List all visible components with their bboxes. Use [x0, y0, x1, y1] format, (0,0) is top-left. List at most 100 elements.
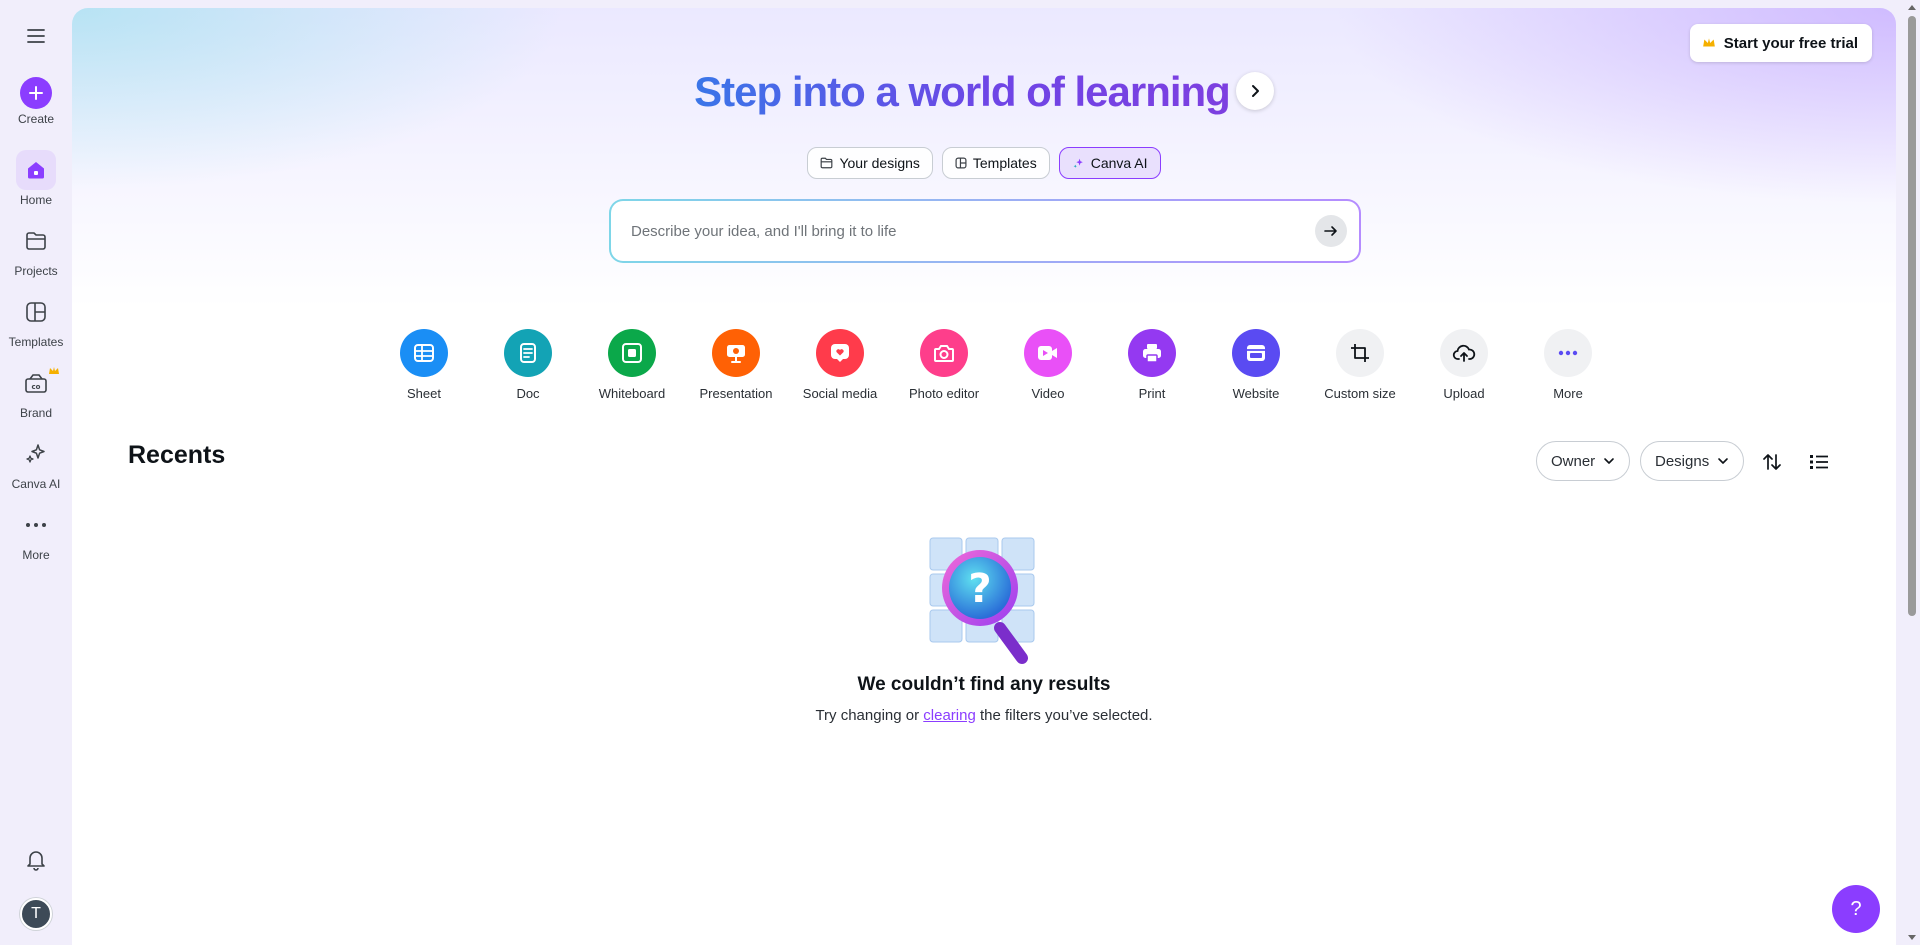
sidebar-item-label: Home [19, 193, 52, 207]
sidebar-item-projects[interactable]: Projects [0, 221, 72, 278]
scroll-down-icon[interactable] [1907, 934, 1917, 942]
no-results-illustration: ? [928, 536, 1036, 672]
sidebar-item-home[interactable]: Home [0, 150, 72, 207]
create-label: Create [17, 112, 55, 126]
quick-action-label: Custom size [1324, 386, 1396, 401]
quick-action-label: Social media [802, 386, 878, 401]
quick-action-label: Print [1138, 386, 1166, 401]
quick-action-doc[interactable]: Doc [476, 329, 580, 401]
quick-actions: Sheet Doc Whiteboard Presentation Social… [372, 329, 1622, 401]
sparkle-icon [16, 434, 56, 474]
title-next-button[interactable] [1235, 71, 1274, 110]
sidebar-bottom: T [0, 840, 72, 945]
tab-label: Canva AI [1090, 155, 1148, 171]
quick-action-website[interactable]: Website [1204, 329, 1308, 401]
quick-action-social-media[interactable]: Social media [788, 329, 892, 401]
start-free-trial-button[interactable]: Start your free trial [1689, 24, 1872, 62]
quick-action-label: Whiteboard [598, 386, 666, 401]
search-tabs: Your designs Templates Canva AI [72, 147, 1896, 179]
arrow-right-icon [1324, 226, 1337, 236]
scroll-up-icon[interactable] [1907, 3, 1917, 11]
sidebar-item-canva-ai[interactable]: Canva AI [0, 434, 72, 491]
quick-action-label: Upload [1443, 386, 1485, 401]
list-icon [1810, 455, 1828, 469]
tab-label: Templates [972, 155, 1037, 171]
sidebar-item-more[interactable]: More [0, 505, 72, 562]
video-icon [1024, 329, 1072, 377]
notifications-button[interactable] [16, 840, 56, 880]
scrollbar-thumb[interactable] [1908, 16, 1916, 616]
sidebar-item-label: Templates [8, 335, 64, 349]
chevron-down-icon [1718, 458, 1729, 464]
empty-state-title: We couldn’t find any results [857, 674, 1111, 695]
page-title: Step into a world of learning [694, 68, 1231, 115]
avatar: T [20, 898, 52, 930]
search-input[interactable] [631, 222, 1315, 240]
svg-text:?: ? [968, 566, 991, 612]
camera-icon [920, 329, 968, 377]
quick-action-custom-size[interactable]: Custom size [1308, 329, 1412, 401]
quick-action-video[interactable]: Video [996, 329, 1100, 401]
tab-templates[interactable]: Templates [941, 147, 1050, 179]
submit-button[interactable] [1315, 215, 1347, 247]
designs-filter-label: Designs [1655, 452, 1710, 470]
hero-heading: Step into a world of learning [72, 68, 1896, 116]
presentation-icon [712, 329, 760, 377]
sidebar: Create Home Projects Templates co Brand … [0, 0, 72, 945]
list-view-button[interactable] [1806, 449, 1832, 475]
empty-state-text-post: the filters you’ve selected. [975, 707, 1153, 724]
sidebar-item-label: More [22, 548, 50, 562]
page-scrollbar[interactable] [1904, 0, 1920, 945]
crown-icon [1702, 38, 1715, 47]
quick-action-label: Video [1031, 386, 1065, 401]
quick-action-label: Photo editor [908, 386, 980, 401]
owner-filter[interactable]: Owner [1536, 441, 1631, 481]
sheet-icon [400, 329, 448, 377]
home-icon [16, 150, 56, 190]
folder-icon [821, 157, 833, 169]
quick-action-label: Sheet [407, 386, 441, 401]
bell-icon [27, 851, 45, 871]
tab-your-designs[interactable]: Your designs [807, 147, 933, 179]
printer-icon [1128, 329, 1176, 377]
heart-icon [816, 329, 864, 377]
tab-canva-ai[interactable]: Canva AI [1058, 147, 1161, 179]
sort-icon [1763, 454, 1781, 470]
sidebar-item-brand[interactable]: co Brand [0, 363, 72, 420]
quick-action-label: Website [1232, 386, 1280, 401]
owner-filter-label: Owner [1551, 452, 1596, 470]
crop-icon [1336, 329, 1384, 377]
plus-icon [20, 77, 52, 109]
designs-filter[interactable]: Designs [1640, 441, 1745, 481]
quick-action-more[interactable]: More [1516, 329, 1620, 401]
quick-action-photo-editor[interactable]: Photo editor [892, 329, 996, 401]
clear-filters-link[interactable]: clearing [923, 707, 976, 724]
trial-label: Start your free trial [1723, 34, 1858, 52]
sidebar-item-label: Projects [14, 264, 58, 278]
svg-text:co: co [32, 383, 41, 391]
crown-icon [48, 363, 60, 381]
main-panel: Start your free trial Step into a world … [72, 8, 1896, 945]
quick-action-sheet[interactable]: Sheet [372, 329, 476, 401]
quick-action-presentation[interactable]: Presentation [684, 329, 788, 401]
sort-button[interactable] [1759, 449, 1785, 475]
recents-heading: Recents [128, 441, 226, 469]
website-icon [1232, 329, 1280, 377]
search-box [609, 199, 1361, 263]
help-button[interactable]: ? [1832, 885, 1880, 933]
menu-toggle-button[interactable] [16, 16, 56, 56]
create-button[interactable]: Create [0, 77, 72, 126]
templates-icon [16, 292, 56, 332]
sidebar-item-templates[interactable]: Templates [0, 292, 72, 349]
cloud-upload-icon [1440, 329, 1488, 377]
quick-action-label: Presentation [699, 386, 773, 401]
ellipsis-icon [1544, 329, 1592, 377]
quick-action-print[interactable]: Print [1100, 329, 1204, 401]
sidebar-item-label: Canva AI [11, 477, 61, 491]
quick-action-whiteboard[interactable]: Whiteboard [580, 329, 684, 401]
account-button[interactable]: T [20, 898, 52, 930]
sparkle-icon [1073, 158, 1083, 168]
quick-action-upload[interactable]: Upload [1412, 329, 1516, 401]
chevron-right-icon [1251, 84, 1259, 97]
empty-state-text-pre: Try changing or [815, 707, 924, 724]
